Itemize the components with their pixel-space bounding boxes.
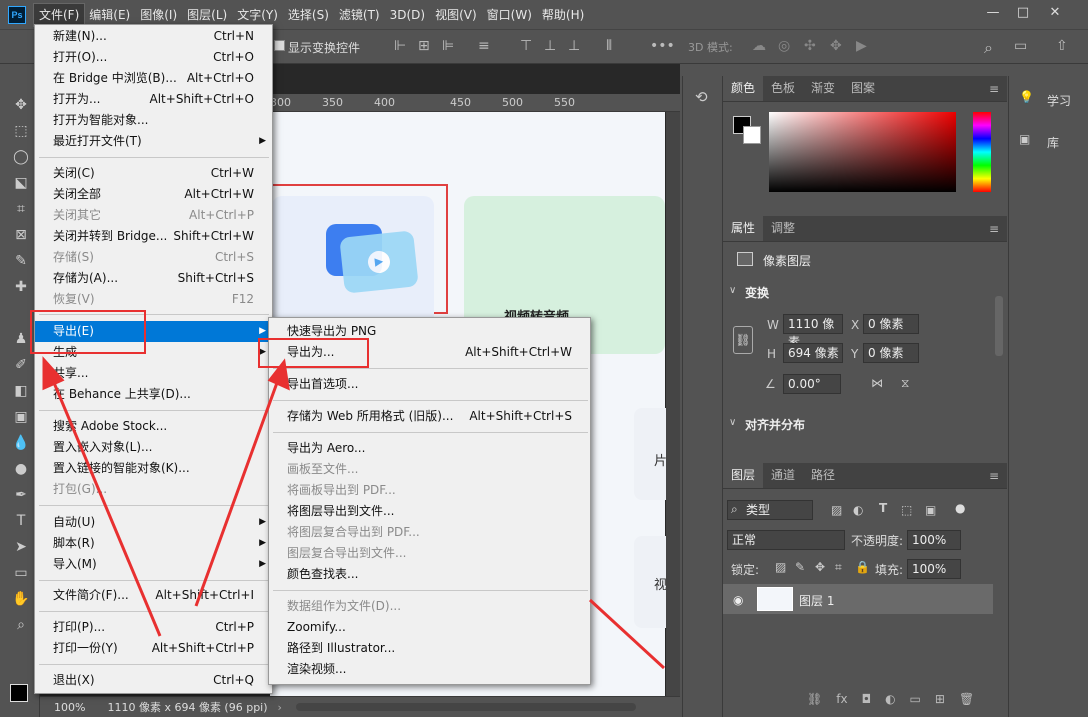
canvas-line [588,598,666,670]
arrow-line [50,377,162,637]
arrow-head [267,358,290,391]
arrow-line [194,379,280,607]
annotation-arrows [42,356,666,670]
arrow-head [42,356,65,391]
